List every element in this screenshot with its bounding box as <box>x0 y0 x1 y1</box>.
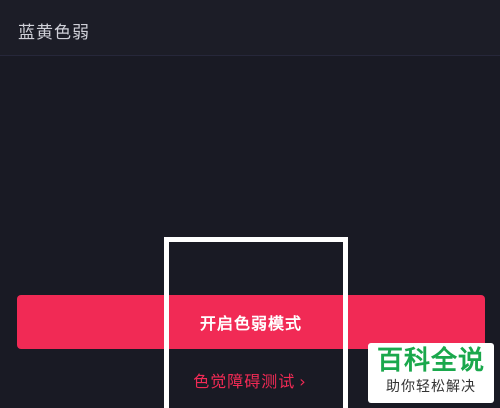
test-link-label: 色觉障碍测试 <box>193 372 296 391</box>
enable-color-weak-mode-button[interactable]: 开启色弱模式 <box>17 295 485 349</box>
watermark-logo: 百科全说 助你轻松解决 <box>368 343 494 403</box>
chevron-right-icon: › <box>299 372 307 391</box>
option-blue-yellow[interactable]: 蓝黄色弱 <box>0 0 500 56</box>
watermark-title: 百科全说 <box>376 346 485 376</box>
color-weakness-screen: 蓝黄色弱 开启色弱模式 色觉障碍测试 › 百科全说 助你轻松解决 <box>0 0 500 408</box>
option-label: 蓝黄色弱 <box>18 23 90 43</box>
watermark-subtitle: 助你轻松解决 <box>386 379 476 395</box>
